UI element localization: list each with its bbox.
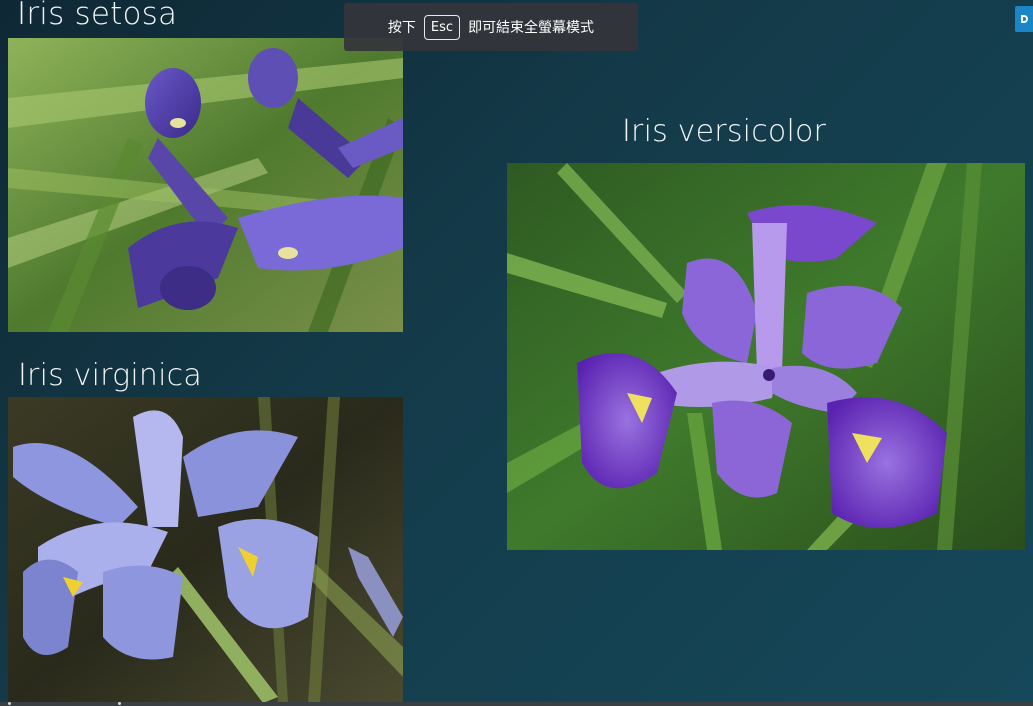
toolbar-icon [1021, 15, 1028, 23]
caption-iris-virginica: Iris virginica [18, 358, 202, 393]
caption-iris-versicolor: Iris versicolor [622, 114, 827, 149]
progress-dot [118, 702, 121, 705]
progress-dot [8, 702, 11, 705]
iris-versicolor-photo-graphic [507, 163, 1025, 550]
notice-prefix-text: 按下 [387, 20, 416, 36]
bottom-progress-bar [0, 702, 1033, 706]
edge-toolbar-button[interactable] [1015, 6, 1033, 32]
photo-iris-versicolor [507, 163, 1025, 550]
photo-iris-virginica [8, 397, 403, 703]
esc-key-badge: Esc [423, 14, 461, 40]
iris-setosa-photo-graphic [8, 38, 403, 332]
notice-suffix-text: 即可結束全螢幕模式 [468, 20, 595, 36]
caption-iris-setosa: Iris setosa [17, 0, 178, 32]
iris-virginica-photo-graphic [8, 397, 403, 703]
presentation-slide: Iris setosa Iris virginica Iris versicol… [0, 0, 1033, 706]
photo-iris-setosa [8, 38, 403, 332]
fullscreen-exit-notice: 按下 Esc 即可結束全螢幕模式 [344, 3, 638, 51]
